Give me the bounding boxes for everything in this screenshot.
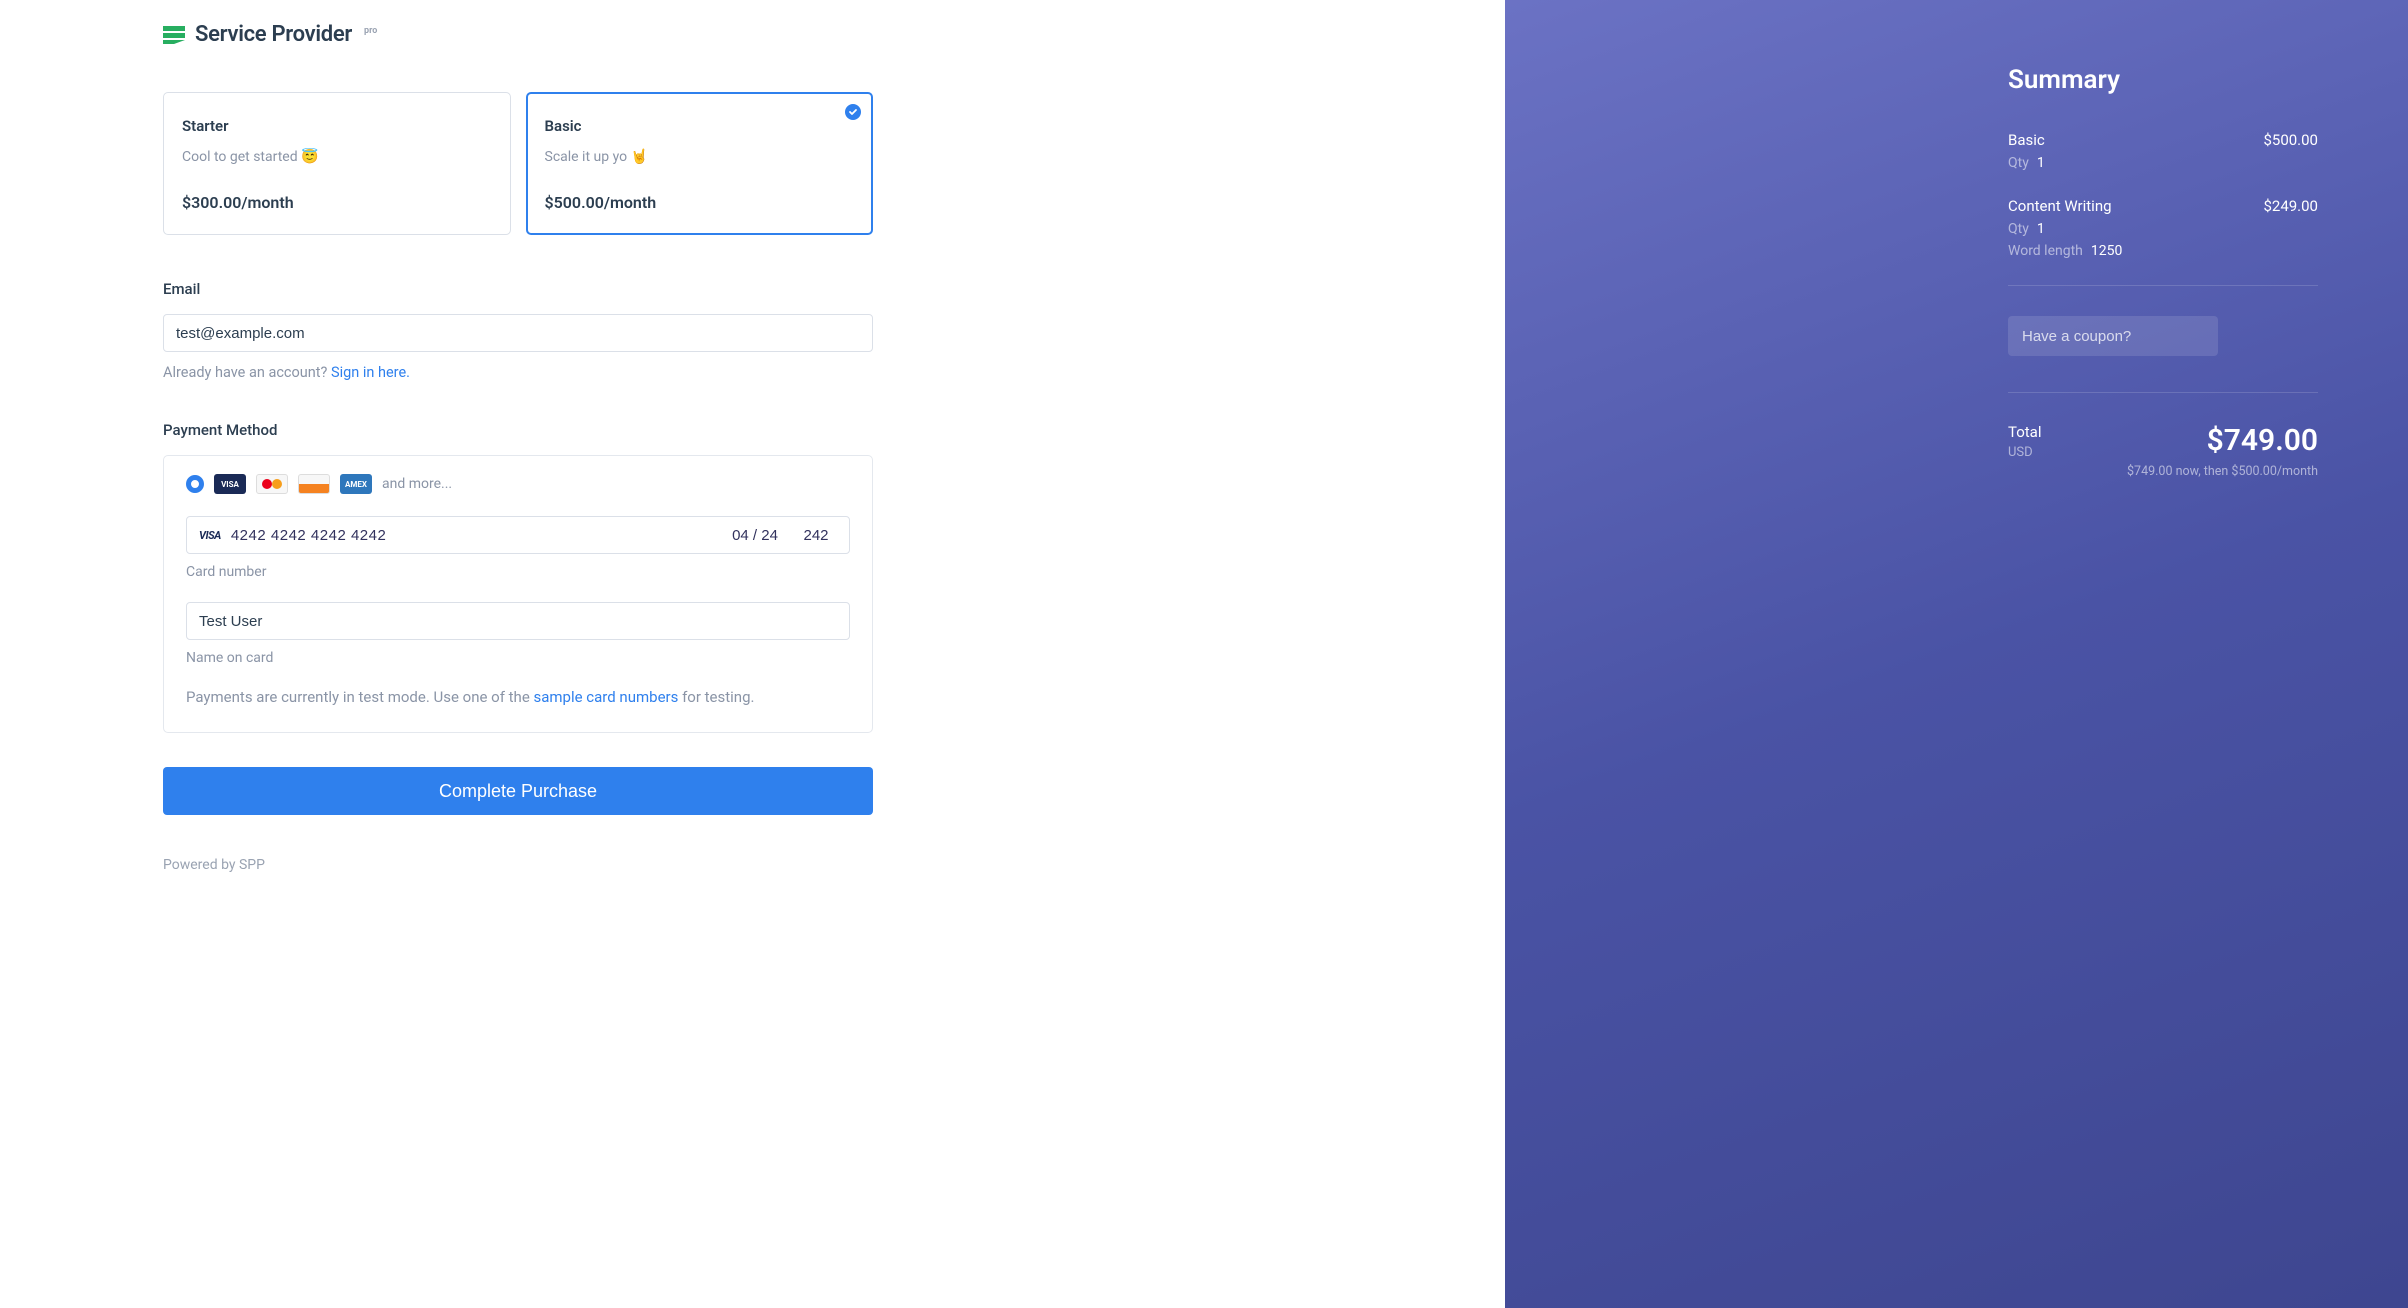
plan-price: $500.00/month [545,193,855,212]
sample-card-numbers-link[interactable]: sample card numbers [534,688,679,706]
brand-name: Service Provider [195,22,352,47]
summary-item-price: $500.00 [2263,131,2318,149]
total-currency: USD [2008,445,2042,460]
payment-method-box: VISA AMEX and more... VISA Card number [163,455,873,733]
more-brands-label: and more... [382,476,452,492]
plan-option-starter[interactable]: Starter Cool to get started 😇 $300.00/mo… [163,92,511,235]
divider [2008,285,2318,286]
summary-item-price: $249.00 [2263,197,2318,215]
signin-helper: Already have an account? Sign in here. [163,364,873,381]
total-recurring-note: $749.00 now, then $500.00/month [2127,464,2318,479]
plan-description: Cool to get started 😇 [182,149,492,165]
mastercard-icon [256,474,288,494]
powered-by: Powered by SPP [163,857,873,873]
divider [2008,392,2318,393]
check-circle-icon [845,104,861,120]
summary-total: Total USD $749.00 $749.00 now, then $500… [2008,423,2318,479]
discover-icon [298,474,330,494]
plan-price: $300.00/month [182,193,492,212]
plan-description: Scale it up yo 🤘 [545,149,855,165]
summary-item-name: Basic [2008,131,2045,149]
summary-item-name: Content Writing [2008,197,2112,215]
summary-title: Summary [2008,65,2318,95]
visa-icon: VISA [199,529,221,542]
complete-purchase-button[interactable]: Complete Purchase [163,767,873,815]
name-on-card-label: Name on card [186,650,850,666]
plan-option-basic[interactable]: Basic Scale it up yo 🤘 $500.00/month [526,92,874,235]
payment-method-label: Payment Method [163,421,873,439]
plan-name: Basic [545,117,855,135]
summary-item: Content Writing $249.00 Qty1 Word length… [2008,197,2318,259]
total-label: Total [2008,423,2042,441]
card-cvc-input[interactable] [795,527,837,544]
card-number-input[interactable] [231,527,715,544]
card-number-label: Card number [186,564,850,580]
brand-logo: Service Provider pro [163,22,873,47]
email-field[interactable] [163,314,873,352]
payment-radio-card[interactable] [186,475,204,493]
visa-icon: VISA [214,474,246,494]
plan-name: Starter [182,117,492,135]
name-on-card-input[interactable] [186,602,850,640]
card-input-row: VISA [186,516,850,554]
total-amount: $749.00 [2127,423,2318,458]
test-mode-note: Payments are currently in test mode. Use… [186,688,850,706]
coupon-input[interactable] [2008,316,2218,356]
plan-selector: Starter Cool to get started 😇 $300.00/mo… [163,92,873,235]
summary-item: Basic $500.00 Qty1 [2008,131,2318,171]
card-expiry-input[interactable] [725,527,785,544]
email-label: Email [163,280,873,298]
sign-in-link[interactable]: Sign in here. [331,364,410,381]
brand-pro-badge: pro [364,26,377,36]
amex-icon: AMEX [340,474,372,494]
brand-logo-icon [163,26,185,44]
